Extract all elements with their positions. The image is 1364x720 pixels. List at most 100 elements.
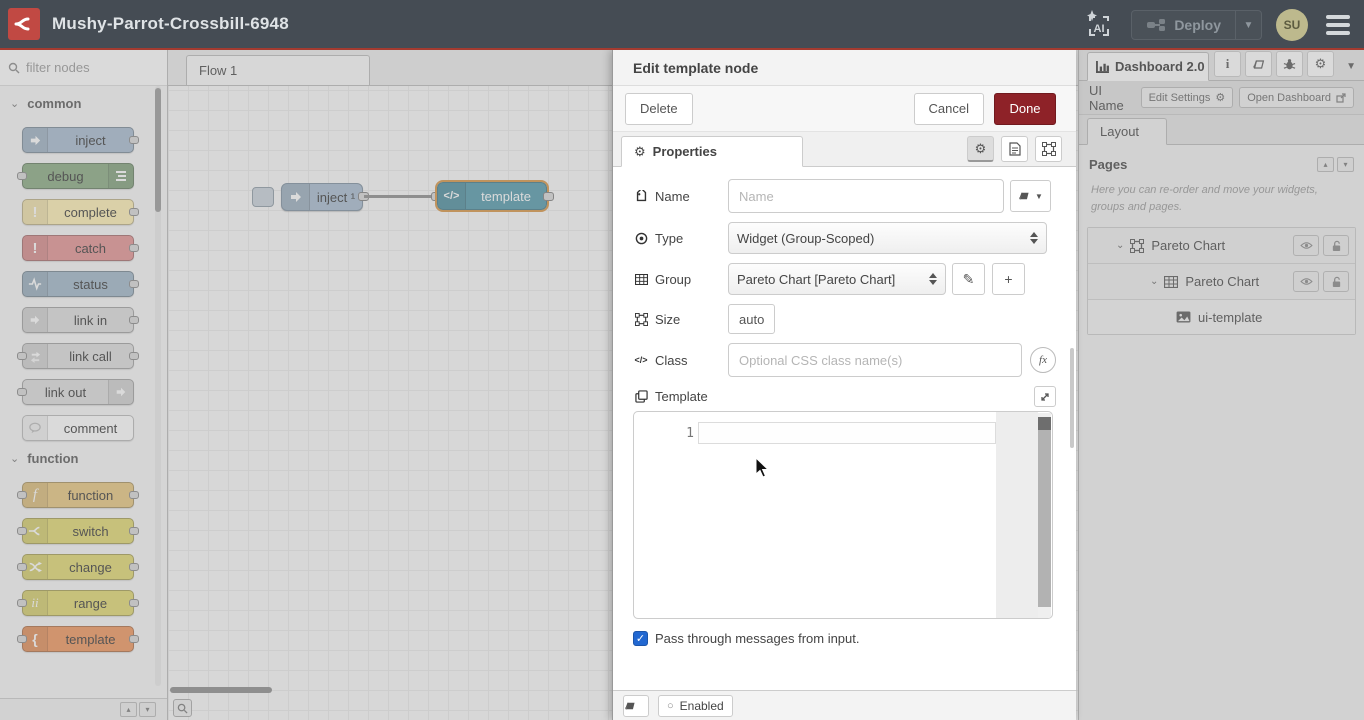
size-auto-button[interactable]: auto <box>728 304 775 334</box>
fx-expression-button[interactable]: fx <box>1030 347 1056 373</box>
inject-node-button[interactable] <box>252 187 274 207</box>
done-button[interactable]: Done <box>994 93 1056 125</box>
lock-button[interactable] <box>1323 271 1349 292</box>
field-row-type: Type Widget (Group-Scoped) <box>633 222 1056 254</box>
edit-settings-button[interactable]: Edit Settings ⚙ <box>1141 87 1234 108</box>
tree-row-group[interactable]: ⌄ Pareto Chart <box>1088 264 1355 300</box>
palette-node-change[interactable]: change <box>22 554 134 580</box>
tab-flow-1[interactable]: Flow 1 <box>186 55 370 85</box>
delete-button[interactable]: Delete <box>625 93 693 125</box>
palette-search[interactable] <box>0 50 167 86</box>
field-row-class: </> Class fx <box>633 343 1056 377</box>
tray-scrollbar-thumb[interactable] <box>1070 348 1074 448</box>
canvas-horizontal-scrollbar[interactable] <box>170 687 272 693</box>
description-tab-button[interactable] <box>1001 136 1028 162</box>
tray-tabbar: ⚙ Properties ⚙ <box>613 132 1076 167</box>
tab-properties[interactable]: ⚙ Properties <box>621 136 803 167</box>
template-copy-icon <box>633 390 649 403</box>
appearance-tab-button[interactable] <box>1035 136 1062 162</box>
cancel-button[interactable]: Cancel <box>914 93 984 125</box>
flow-node-inject[interactable]: inject ¹ <box>281 183 363 211</box>
node-info-book-button[interactable] <box>623 695 649 717</box>
user-avatar[interactable]: SU <box>1276 9 1308 41</box>
visibility-eye-button[interactable] <box>1293 271 1319 292</box>
enabled-toggle-button[interactable]: ○ Enabled <box>658 695 733 717</box>
palette-node-link-out[interactable]: link out <box>22 379 134 405</box>
class-input[interactable] <box>728 343 1022 377</box>
edit-group-button[interactable]: ✎ <box>952 263 985 295</box>
ai-assistant-button[interactable]: AI <box>1081 8 1117 42</box>
palette-node-function[interactable]: f function <box>22 482 134 508</box>
palette-node-range[interactable]: ii range <box>22 590 134 616</box>
palette-node-comment[interactable]: comment <box>22 415 134 441</box>
sidebar-tabs-caret[interactable]: ▼ <box>1346 61 1356 72</box>
settings-gear-button[interactable]: ⚙ <box>1307 51 1334 77</box>
deploy-button[interactable]: Deploy ▼ <box>1131 10 1262 40</box>
collapse-pages-button[interactable]: ▴ <box>1317 157 1334 172</box>
edit-tray: Edit template node Delete Cancel Done ⚙ … <box>612 50 1076 720</box>
tag-icon <box>633 190 649 203</box>
tree-row-widget[interactable]: ui-template <box>1088 300 1355 334</box>
deploy-label: Deploy <box>1174 17 1221 33</box>
palette-search-input[interactable] <box>26 60 146 75</box>
input-port <box>17 563 27 571</box>
book-icon <box>624 700 637 712</box>
editor-active-line[interactable] <box>698 422 996 444</box>
comment-icon <box>23 416 48 440</box>
template-code-editor[interactable]: 1 <box>633 411 1053 619</box>
editor-scrollbar[interactable] <box>1038 413 1051 619</box>
node-red-logo-icon <box>8 8 40 40</box>
palette-node-complete[interactable]: ! complete <box>22 199 134 225</box>
page-icon <box>1130 239 1144 253</box>
output-port <box>129 280 139 288</box>
expand-pages-button[interactable]: ▾ <box>1337 157 1354 172</box>
palette-category-function[interactable]: ⌄ function <box>0 441 167 472</box>
lock-button[interactable] <box>1323 235 1349 256</box>
tab-layout[interactable]: Layout <box>1087 118 1167 145</box>
node-palette: ⌄ common inject debug ! complete <box>0 50 168 720</box>
add-group-button[interactable]: + <box>992 263 1025 295</box>
wire[interactable] <box>364 195 440 198</box>
palette-category-common[interactable]: ⌄ common <box>0 86 167 117</box>
type-select[interactable]: Widget (Group-Scoped) <box>728 222 1047 254</box>
palette-node-template[interactable]: { template <box>22 626 134 652</box>
expand-editor-button[interactable] <box>1034 386 1056 407</box>
palette-node-switch[interactable]: switch <box>22 518 134 544</box>
palette-node-catch[interactable]: ! catch <box>22 235 134 261</box>
palette-node-debug[interactable]: debug <box>22 163 134 189</box>
palette-scrollbar-thumb[interactable] <box>155 88 161 212</box>
collapse-categories-button[interactable]: ▴ <box>120 702 137 717</box>
palette-node-status[interactable]: status <box>22 271 134 297</box>
group-select[interactable]: Pareto Chart [Pareto Chart] <box>728 263 946 295</box>
editor-scrollbar-thumb[interactable] <box>1038 417 1051 607</box>
gear-icon: ⚙ <box>1215 91 1225 104</box>
palette-node-inject[interactable]: inject <box>22 127 134 153</box>
scope-icon <box>633 232 649 245</box>
palette-node-link-in[interactable]: link in <box>22 307 134 333</box>
output-port <box>129 599 139 607</box>
chevron-down-icon[interactable]: ⌄ <box>1150 276 1158 287</box>
code-icon: </> <box>633 355 649 365</box>
chevron-down-icon[interactable]: ⌄ <box>1116 240 1124 251</box>
input-port <box>17 172 27 180</box>
flow-node-ui-template[interactable]: </> template <box>437 182 547 210</box>
main-menu-button[interactable] <box>1322 11 1354 39</box>
tab-dashboard-2[interactable]: Dashboard 2.0 <box>1087 52 1209 81</box>
canvas-search-button[interactable] <box>173 699 192 717</box>
tree-row-page[interactable]: ⌄ Pareto Chart <box>1088 228 1355 264</box>
status-pulse-icon <box>23 272 48 296</box>
open-dashboard-button[interactable]: Open Dashboard <box>1239 87 1354 108</box>
passthrough-checkbox[interactable]: ✓ <box>633 631 648 646</box>
template-output-port[interactable] <box>543 192 554 201</box>
visibility-eye-button[interactable] <box>1293 235 1319 256</box>
properties-gear-tab-button[interactable]: ⚙ <box>967 136 994 162</box>
debug-bug-button[interactable] <box>1276 51 1303 77</box>
expand-categories-button[interactable]: ▾ <box>139 702 156 717</box>
info-tab-button[interactable]: i <box>1214 51 1241 77</box>
help-book-button[interactable] <box>1245 51 1272 77</box>
tray-toolbar: Delete Cancel Done <box>613 86 1076 132</box>
name-library-button[interactable]: ▼ <box>1010 180 1051 212</box>
deploy-options-caret[interactable]: ▼ <box>1235 11 1261 39</box>
name-input[interactable] <box>728 179 1004 213</box>
palette-node-link-call[interactable]: link call <box>22 343 134 369</box>
